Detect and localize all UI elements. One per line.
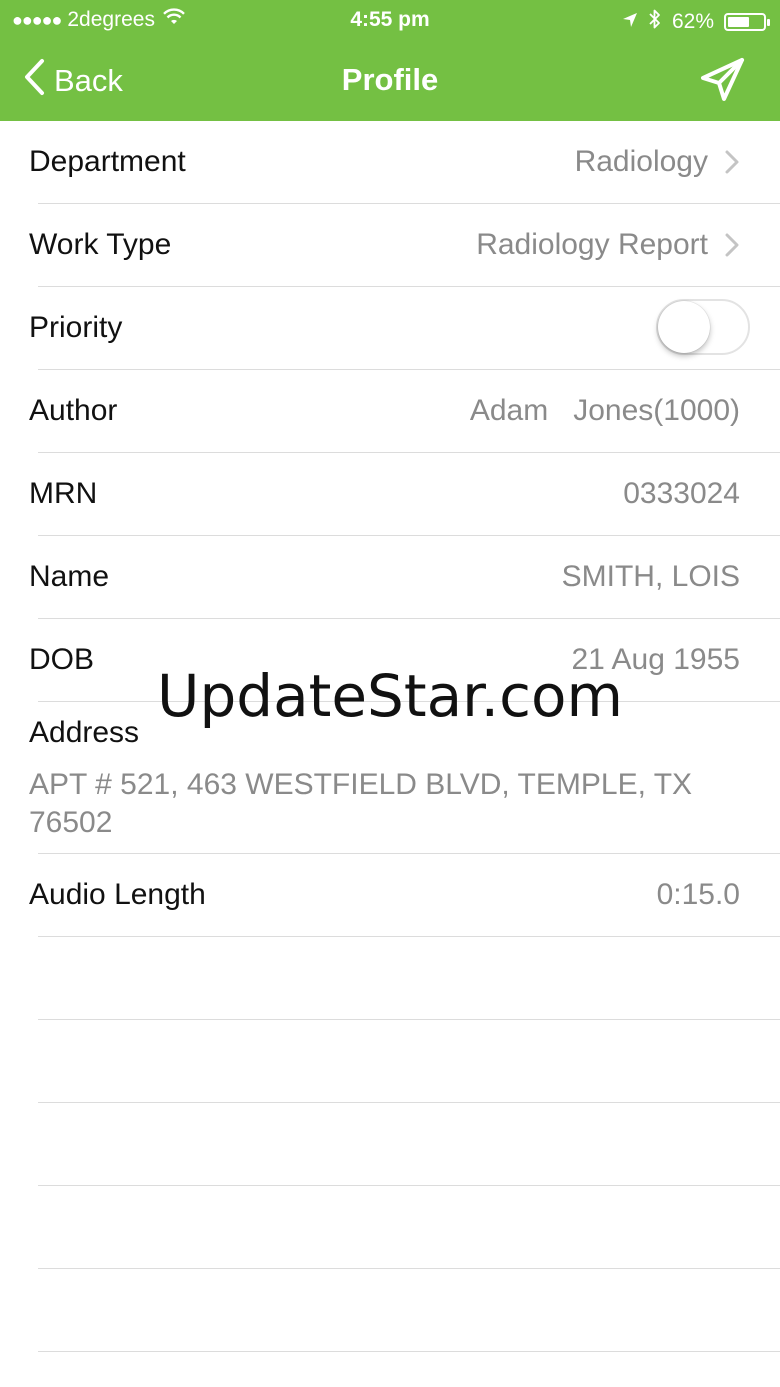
row-divider — [38, 1351, 780, 1352]
address-row: Address APT # 521, 463 WESTFIELD BLVD, T… — [0, 702, 780, 854]
status-right: 62% — [622, 8, 770, 36]
profile-list: Department Radiology Work Type Radiology… — [0, 121, 780, 1352]
dob-label: DOB — [29, 643, 95, 676]
empty-row — [0, 937, 780, 1020]
nav-bar: Back Profile — [0, 40, 780, 121]
address-value: APT # 521, 463 WESTFIELD BLVD, TEMPLE, T… — [29, 768, 693, 839]
department-row[interactable]: Department Radiology — [0, 121, 780, 204]
priority-row: Priority — [0, 287, 780, 370]
carrier-name: 2degrees — [67, 8, 155, 31]
empty-row — [0, 1020, 780, 1103]
department-value: Radiology — [574, 145, 708, 178]
audio-length-row: Audio Length 0:15.0 — [0, 854, 780, 937]
mrn-row: MRN 0333024 — [0, 453, 780, 536]
toggle-knob — [658, 301, 710, 353]
send-button[interactable] — [700, 56, 746, 102]
wifi-icon — [163, 8, 185, 32]
audio-length-value: 0:15.0 — [656, 878, 740, 911]
work-type-label: Work Type — [29, 228, 172, 261]
name-row: Name SMITH, LOIS — [0, 536, 780, 619]
send-icon — [700, 58, 746, 106]
empty-row — [0, 1186, 780, 1269]
department-label: Department — [29, 145, 186, 178]
dob-value: 21 Aug 1955 — [571, 643, 740, 676]
name-value: SMITH, LOIS — [561, 560, 740, 593]
location-arrow-icon — [622, 10, 638, 34]
name-label: Name — [29, 560, 110, 593]
work-type-value: Radiology Report — [476, 228, 708, 261]
audio-length-label: Audio Length — [29, 878, 206, 911]
author-label: Author — [29, 394, 118, 427]
battery-level-fill — [728, 17, 749, 27]
priority-label: Priority — [29, 311, 123, 344]
chevron-left-icon — [22, 58, 46, 104]
mrn-label: MRN — [29, 477, 98, 510]
battery-percent: 62% — [671, 10, 714, 33]
mrn-value: 0333024 — [623, 477, 740, 510]
empty-row — [0, 1103, 780, 1186]
address-label: Address — [29, 716, 140, 749]
bluetooth-icon — [648, 8, 662, 36]
work-type-row[interactable]: Work Type Radiology Report — [0, 204, 780, 287]
carrier-signal: ●●●●● 2degrees — [12, 8, 185, 32]
back-button[interactable]: Back — [22, 58, 123, 104]
empty-row — [0, 1269, 780, 1352]
signal-strength-icon: ●●●●● — [12, 9, 62, 30]
chevron-right-icon — [722, 149, 742, 175]
dob-row: DOB 21 Aug 1955 — [0, 619, 780, 702]
chevron-right-icon — [722, 232, 742, 258]
navigation-bar: ●●●●● 2degrees 4:55 pm 62% Back Profile — [0, 0, 780, 121]
battery-icon — [724, 13, 770, 31]
status-bar: ●●●●● 2degrees 4:55 pm 62% — [0, 0, 780, 40]
priority-toggle[interactable] — [656, 299, 750, 355]
author-value: Adam Jones(1000) — [469, 394, 740, 427]
author-row: Author Adam Jones(1000) — [0, 370, 780, 453]
back-label: Back — [54, 63, 123, 98]
